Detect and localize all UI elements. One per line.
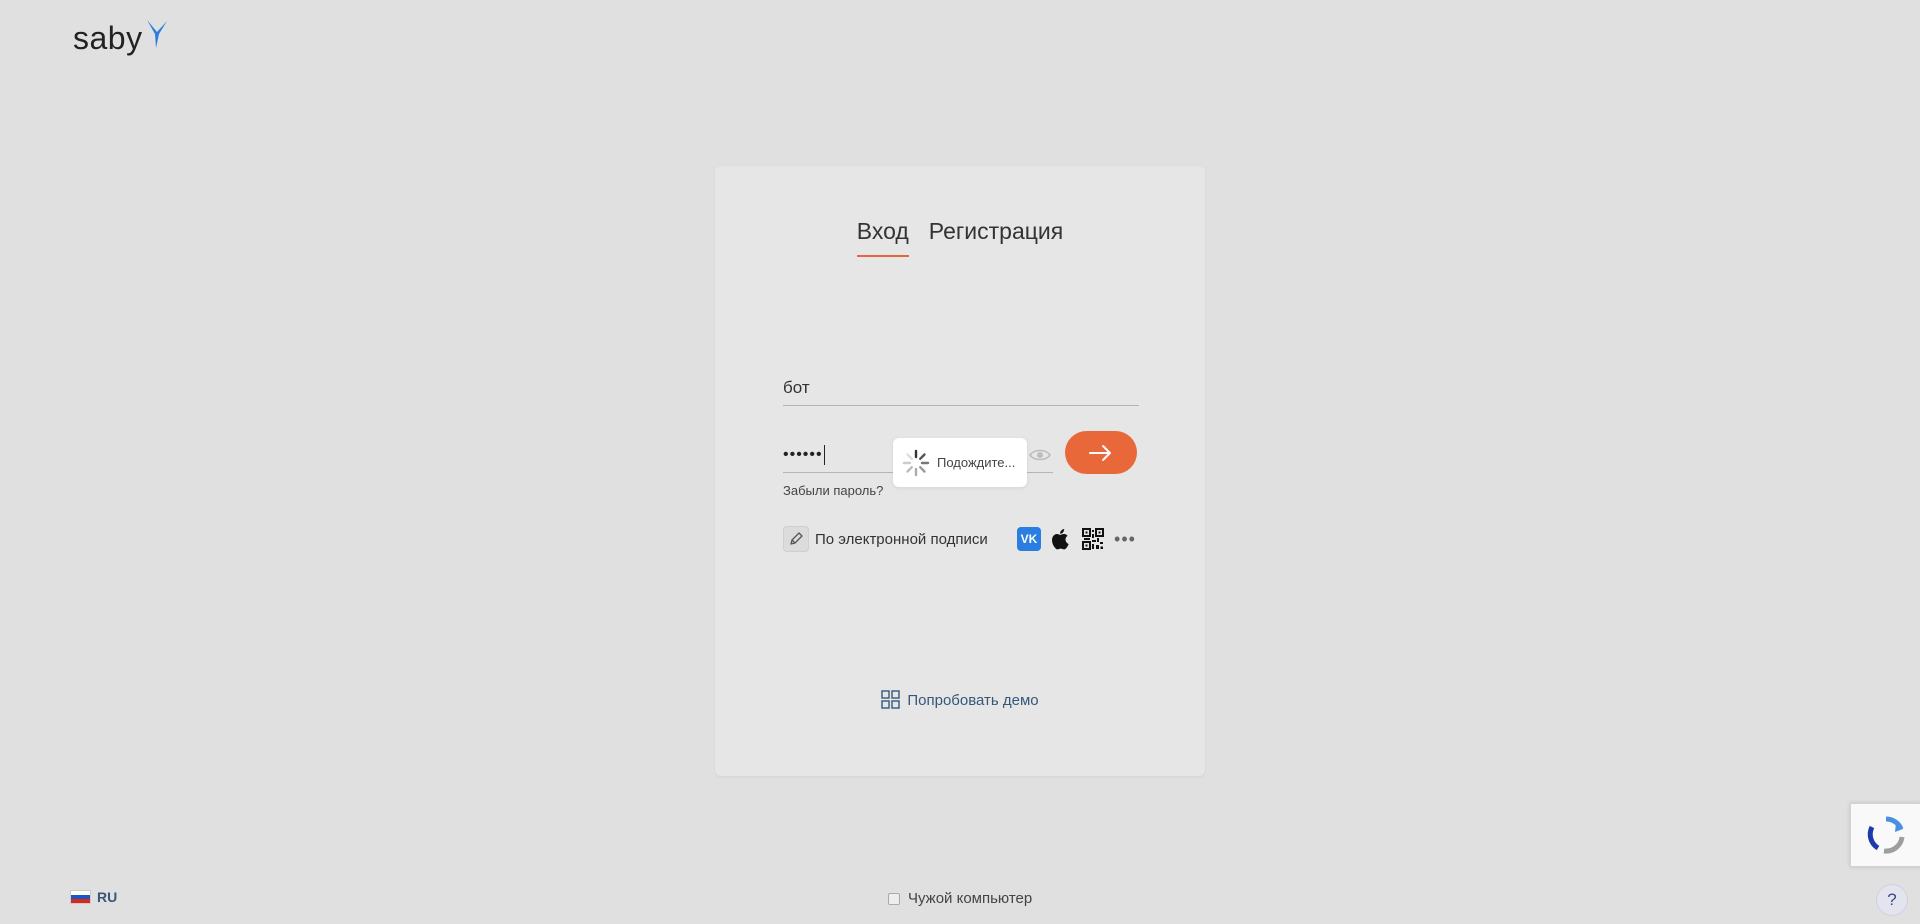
tab-registration[interactable]: Регистрация <box>929 218 1063 257</box>
logo-text: saby <box>73 20 143 56</box>
language-selector[interactable]: RU <box>70 889 117 905</box>
foreign-computer-option[interactable]: Чужой компьютер <box>888 890 1032 907</box>
grid-icon <box>881 690 901 709</box>
tab-login[interactable]: Вход <box>856 218 909 257</box>
more-icon[interactable]: ••• <box>1113 527 1137 551</box>
apple-icon[interactable] <box>1049 527 1073 551</box>
russia-flag-icon <box>70 890 91 904</box>
eye-icon[interactable] <box>1029 446 1051 464</box>
language-code: RU <box>97 889 118 905</box>
foreign-computer-checkbox[interactable] <box>888 892 900 905</box>
password-underline <box>1027 472 1053 473</box>
social-login-list: VK ••• <box>1017 527 1137 551</box>
spinner-icon <box>902 449 930 476</box>
login-input[interactable]: бот <box>783 371 1139 406</box>
arrow-right-icon <box>1089 444 1111 461</box>
password-value: •••••• <box>783 446 823 463</box>
password-input[interactable]: •••••• <box>783 438 893 473</box>
saby-logo[interactable]: saby <box>73 18 169 54</box>
auth-card: Вход Регистрация бот •••••• Подождите... <box>715 166 1205 776</box>
pen-icon <box>783 526 809 552</box>
recaptcha-icon <box>1867 816 1905 854</box>
recaptcha-badge[interactable] <box>1850 803 1920 867</box>
auth-tabs: Вход Регистрация <box>715 218 1205 257</box>
text-caret <box>823 445 825 465</box>
try-demo-link[interactable]: Попробовать демо <box>715 690 1205 710</box>
qr-code-icon[interactable] <box>1081 527 1105 551</box>
forgot-password-link[interactable]: Забыли пароль? <box>783 483 883 498</box>
esign-label: По электронной подписи <box>815 530 988 548</box>
login-value: бот <box>783 378 810 397</box>
help-button[interactable]: ? <box>1876 884 1908 916</box>
esign-button[interactable]: По электронной подписи <box>783 526 988 552</box>
bird-logo-icon <box>146 20 167 48</box>
loader-text: Подождите... <box>937 455 1016 470</box>
loading-indicator: Подождите... <box>893 438 1027 487</box>
foreign-computer-label: Чужой компьютер <box>908 890 1033 907</box>
submit-button[interactable] <box>1065 431 1137 474</box>
vk-icon[interactable]: VK <box>1017 527 1041 551</box>
demo-label: Попробовать демо <box>907 691 1039 709</box>
